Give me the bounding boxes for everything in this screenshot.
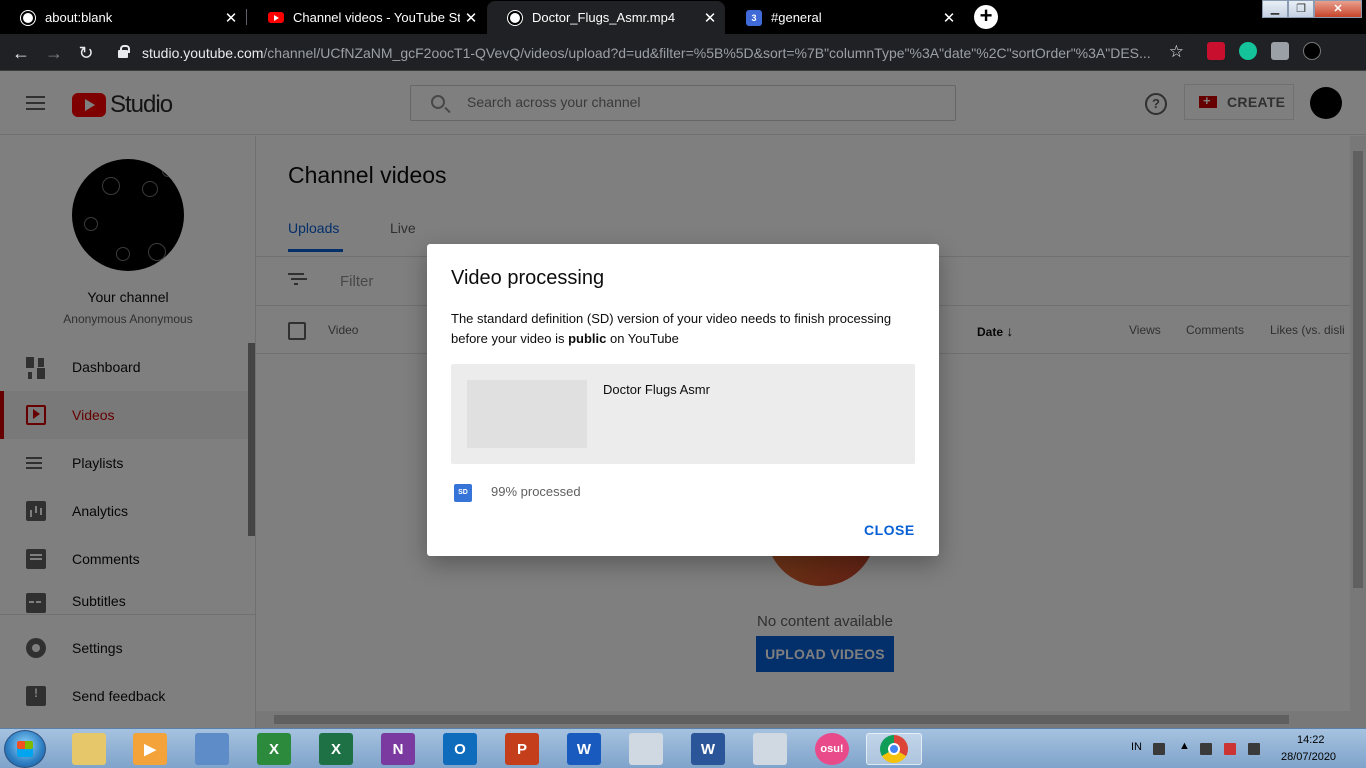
restore-button[interactable]: ❐ xyxy=(1288,0,1314,18)
browser-tab-video-file[interactable]: Doctor_Flugs_Asmr.mp4 ✕ xyxy=(487,1,725,34)
back-button[interactable]: ← xyxy=(10,42,32,64)
outlook-icon[interactable]: O xyxy=(443,733,477,765)
browser-tab-youtube-studio[interactable]: Channel videos - YouTube Studio ✕ xyxy=(248,1,486,34)
tab-close-icon[interactable]: ✕ xyxy=(220,9,242,27)
windows-taskbar: ▶ X X N O P W W osu! IN ▲ 14:22 28/07/20… xyxy=(0,728,1366,768)
dialog-message-bold: public xyxy=(568,331,607,346)
sd-icon: SD xyxy=(454,484,472,502)
lock-icon xyxy=(118,45,130,58)
security-icon[interactable] xyxy=(1224,743,1236,755)
tab-close-icon[interactable]: ✕ xyxy=(699,9,721,27)
browser-tab-about-blank[interactable]: about:blank ✕ xyxy=(0,1,246,34)
clock-date[interactable]: 28/07/2020 xyxy=(1281,751,1336,763)
profile-avatar-icon[interactable] xyxy=(1303,42,1321,60)
start-button[interactable] xyxy=(4,730,46,768)
keyboard-icon[interactable] xyxy=(1153,743,1165,755)
word-icon[interactable]: W xyxy=(567,733,601,765)
chrome-icon xyxy=(880,735,908,763)
forward-button[interactable]: → xyxy=(43,42,65,64)
browser-tab-general[interactable]: 3 #general ✕ xyxy=(726,1,964,34)
video-processing-dialog: Video processing The standard definition… xyxy=(427,244,939,556)
tab-title: Channel videos - YouTube Studio xyxy=(293,10,460,25)
browser-toolbar: ← → ↻ studio.youtube.com/channel/UCfNZaN… xyxy=(0,34,1366,71)
tray-expand-icon[interactable]: ▲ xyxy=(1179,740,1190,752)
tab-title: Doctor_Flugs_Asmr.mp4 xyxy=(532,10,676,25)
osu-icon[interactable]: osu! xyxy=(815,733,849,765)
network-icon[interactable] xyxy=(1248,743,1260,755)
excel-icon[interactable]: X xyxy=(319,733,353,765)
onenote-icon[interactable]: N xyxy=(381,733,415,765)
bookmark-star-icon[interactable]: ☆ xyxy=(1169,42,1184,62)
chrome-taskbar-button[interactable] xyxy=(866,733,922,765)
dialog-title: Video processing xyxy=(451,267,605,289)
tab-close-icon[interactable]: ✕ xyxy=(460,9,482,27)
roblox-studio-icon[interactable] xyxy=(753,733,787,765)
reload-button[interactable]: ↻ xyxy=(75,42,97,64)
extensions-puzzle-icon[interactable] xyxy=(1271,42,1289,60)
url-text[interactable]: studio.youtube.com/channel/UCfNZaNM_gcF2… xyxy=(142,45,1152,61)
word-2010-icon[interactable]: W xyxy=(691,733,725,765)
globe-icon xyxy=(20,9,36,26)
window-close-icon: ✕ xyxy=(1333,3,1343,15)
restore-icon: ❐ xyxy=(1296,3,1306,15)
url-host: studio.youtube.com xyxy=(142,45,264,61)
file-explorer-icon[interactable] xyxy=(72,733,106,765)
video-card: Doctor Flugs Asmr xyxy=(451,364,915,464)
tab-title: #general xyxy=(771,10,822,25)
clock-time[interactable]: 14:22 xyxy=(1297,734,1325,746)
minimize-button[interactable]: ▁ xyxy=(1262,0,1288,18)
tab-close-icon[interactable]: ✕ xyxy=(938,9,960,27)
roblox-icon[interactable] xyxy=(629,733,663,765)
close-button[interactable]: CLOSE xyxy=(864,522,915,538)
dialog-message-suffix: on YouTube xyxy=(606,331,679,346)
youtube-icon xyxy=(268,12,284,23)
url-path: /channel/UCfNZaNM_gcF2oocT1-QVevQ/videos… xyxy=(263,45,1151,61)
volume-icon[interactable] xyxy=(1200,743,1212,755)
extension-grammarly-icon[interactable] xyxy=(1239,42,1257,60)
video-thumbnail xyxy=(467,380,587,448)
video-title: Doctor Flugs Asmr xyxy=(603,382,710,397)
processing-status: 99% processed xyxy=(491,484,581,499)
slack-icon: 3 xyxy=(746,9,762,26)
minimize-icon: ▁ xyxy=(1270,3,1280,15)
language-indicator[interactable]: IN xyxy=(1131,741,1142,753)
tab-title: about:blank xyxy=(45,10,113,25)
browser-tab-strip: about:blank ✕ Channel videos - YouTube S… xyxy=(0,0,1366,34)
globe-icon xyxy=(507,9,523,26)
extension-pocket-icon[interactable] xyxy=(1207,42,1225,60)
dialog-message: The standard definition (SD) version of … xyxy=(451,309,911,349)
media-player-icon[interactable]: ▶ xyxy=(133,733,167,765)
excel-2010-icon[interactable]: X xyxy=(257,733,291,765)
window-close-button[interactable]: ✕ xyxy=(1314,0,1362,18)
tab-separator xyxy=(246,9,247,25)
powerpoint-icon[interactable]: P xyxy=(505,733,539,765)
address-bar[interactable]: studio.youtube.com/channel/UCfNZaNM_gcF2… xyxy=(106,38,1192,67)
paint-icon[interactable] xyxy=(195,733,229,765)
new-tab-button[interactable]: + xyxy=(974,5,998,29)
